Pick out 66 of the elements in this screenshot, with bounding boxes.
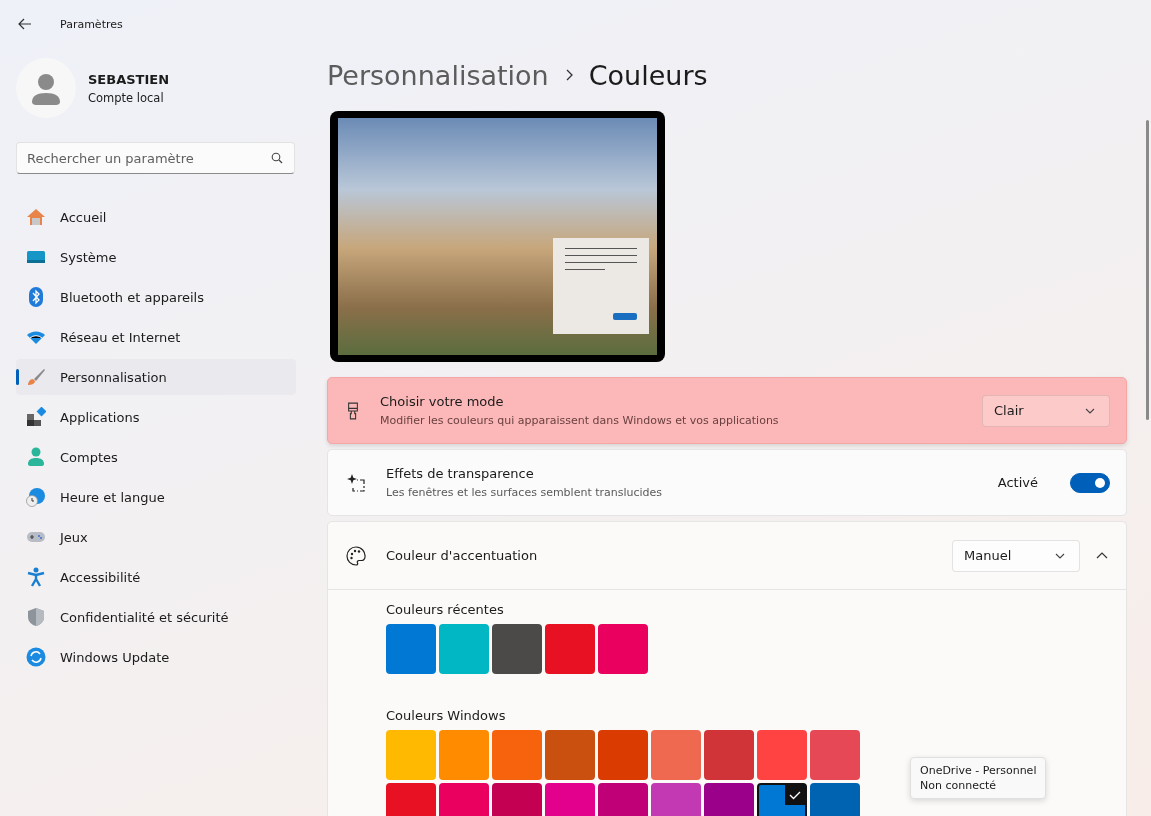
chevron-up-icon <box>1096 552 1108 559</box>
page-title: Couleurs <box>588 59 708 91</box>
color-swatch[interactable] <box>704 730 754 780</box>
accent-dropdown[interactable]: Manuel <box>952 539 1080 572</box>
search-icon <box>271 152 283 164</box>
home-icon <box>26 207 46 227</box>
bluetooth-icon <box>26 287 46 307</box>
color-swatch[interactable] <box>492 730 542 780</box>
sidebar-item[interactable]: Bluetooth et appareils <box>16 279 296 315</box>
setting-description: Modifier les couleurs qui apparaissent dans Windows et vos applications <box>380 414 780 427</box>
sidebar-item[interactable]: Applications <box>16 399 296 435</box>
palette-icon <box>346 545 366 566</box>
chevron-right-icon <box>564 69 573 81</box>
sidebar-item[interactable]: Confidentialité et sécurité <box>16 599 296 635</box>
checkmark-icon <box>785 785 805 805</box>
back-arrow-icon[interactable] <box>18 18 32 30</box>
section-label: Couleurs Windows <box>386 708 507 723</box>
paintbrush-icon <box>346 401 360 420</box>
shield-icon <box>26 607 46 627</box>
tooltip-text: Non connecté <box>920 779 998 792</box>
toggle-switch[interactable] <box>1070 472 1110 493</box>
color-swatch[interactable] <box>439 730 489 780</box>
setting-title: Couleur d'accentuation <box>386 548 539 563</box>
avatar-silhouette <box>16 58 76 118</box>
color-swatch[interactable] <box>598 730 648 780</box>
account-name: SEBASTIEN <box>88 71 170 87</box>
accessibility-icon <box>26 567 46 587</box>
sync-icon <box>26 647 46 667</box>
color-swatch[interactable] <box>810 730 860 780</box>
account-type: Compte local <box>88 90 165 105</box>
toggle-state-label: Activé <box>997 475 1038 490</box>
paintbrush-icon <box>26 367 46 387</box>
chevron-down-icon <box>1085 407 1095 414</box>
color-swatch[interactable] <box>757 730 807 780</box>
sidebar-item[interactable]: Réseau et Internet <box>16 319 296 355</box>
sparkle-selection-icon <box>346 472 366 493</box>
person-icon <box>26 447 46 467</box>
tooltip-text: OneDrive - Personnel <box>920 764 1037 777</box>
color-swatch[interactable] <box>386 730 436 780</box>
breadcrumb-link[interactable]: Personnalisation <box>327 59 549 91</box>
setting-title: Effets de transparence <box>386 466 535 481</box>
search-field[interactable]: Rechercher un paramètre <box>16 142 295 174</box>
sidebar-item[interactable]: Windows Update <box>16 639 296 675</box>
sidebar-item[interactable]: Système <box>16 239 296 275</box>
chevron-down-icon <box>1055 552 1065 559</box>
color-swatch[interactable] <box>439 624 489 674</box>
setting-title: Choisir votre mode <box>380 394 505 409</box>
apps-icon <box>26 407 46 427</box>
color-swatch[interactable] <box>651 730 701 780</box>
section-label: Couleurs récentes <box>386 602 505 617</box>
color-swatch[interactable] <box>545 624 595 674</box>
color-swatch[interactable] <box>545 730 595 780</box>
scrollbar[interactable] <box>1146 120 1149 420</box>
sidebar-item[interactable]: Accueil <box>16 199 296 235</box>
sidebar-item[interactable]: Comptes <box>16 439 296 475</box>
sidebar-item[interactable]: Accessibilité <box>16 559 296 595</box>
globe-clock-icon <box>26 487 46 507</box>
mode-dropdown[interactable]: Clair <box>982 394 1110 427</box>
color-swatch[interactable] <box>386 624 436 674</box>
sidebar-item[interactable]: Personnalisation <box>16 359 296 395</box>
color-swatch[interactable] <box>598 624 648 674</box>
color-swatch[interactable] <box>492 624 542 674</box>
sidebar-item[interactable]: Heure et langue <box>16 479 296 515</box>
window-title: Paramètres <box>60 17 123 31</box>
sidebar-item[interactable]: Jeux <box>16 519 296 555</box>
setting-description: Les fenêtres et les surfaces semblent translucides <box>386 486 664 499</box>
